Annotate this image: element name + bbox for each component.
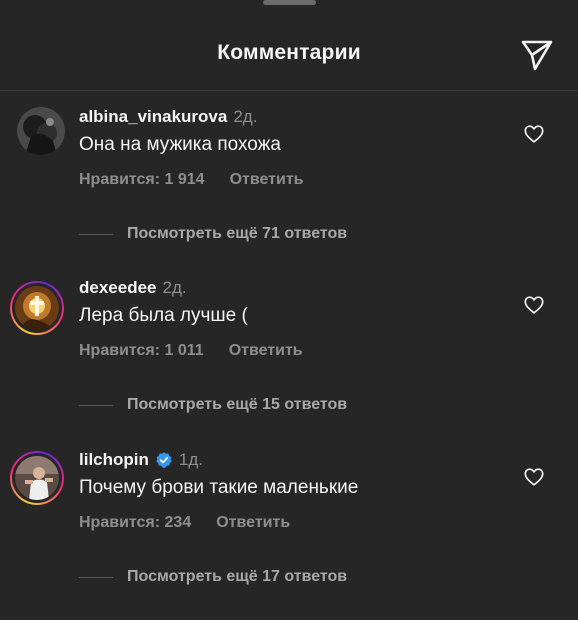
comment-meta: albina_vinakurova 2д. [79,107,257,127]
paper-plane-icon[interactable] [520,38,554,72]
comment-item: albina_vinakurova 2д. Она на мужика похо… [0,107,578,277]
comment-actions: Нравится: 234 Ответить [79,514,290,532]
comment-item: lilchopin 1д. Почему брови такие маленьк… [0,450,578,620]
view-replies-button[interactable]: Посмотреть ещё 71 ответов [79,225,347,243]
heart-icon[interactable] [523,294,545,316]
timestamp: 1д. [178,450,203,469]
view-replies-button[interactable]: Посмотреть ещё 15 ответов [79,396,347,414]
timestamp: 2д. [162,278,187,297]
comment-item: dexeedee 2д. Лера была лучше ( Нравится:… [0,278,578,448]
timestamp: 2д. [233,107,258,126]
avatar[interactable] [10,281,64,335]
comment-meta: dexeedee 2д. [79,278,187,298]
view-replies-label: Посмотреть ещё 17 ответов [127,568,348,585]
like-count[interactable]: Нравится: 1 011 [79,342,204,360]
header-divider [0,90,578,91]
username[interactable]: lilchopin [79,450,149,470]
avatar[interactable] [17,107,65,155]
replies-line [79,404,113,406]
comment-text: Она на мужика похожа [79,134,281,155]
like-count[interactable]: Нравится: 234 [79,514,191,532]
heart-icon[interactable] [523,466,545,488]
reply-button[interactable]: Ответить [216,514,290,532]
heart-icon[interactable] [523,123,545,145]
drag-handle[interactable] [263,0,316,5]
comment-actions: Нравится: 1 914 Ответить [79,171,304,189]
verified-badge-icon [156,452,172,468]
replies-line [79,576,113,578]
view-replies-button[interactable]: Посмотреть ещё 17 ответов [79,568,347,586]
avatar[interactable] [10,451,64,505]
reply-button[interactable]: Ответить [230,171,304,189]
username[interactable]: albina_vinakurova [79,107,227,127]
comment-actions: Нравится: 1 011 Ответить [79,342,303,360]
comment-meta: lilchopin 1д. [79,450,203,470]
comment-text: Лера была лучше ( [79,305,248,326]
view-replies-label: Посмотреть ещё 15 ответов [127,396,348,413]
reply-button[interactable]: Ответить [229,342,303,360]
page-title: Комментарии [217,41,361,64]
username[interactable]: dexeedee [79,278,157,298]
comment-text: Почему брови такие маленькие [79,477,359,498]
like-count[interactable]: Нравится: 1 914 [79,171,205,189]
replies-line [79,233,113,235]
view-replies-label: Посмотреть ещё 71 ответов [127,225,348,242]
